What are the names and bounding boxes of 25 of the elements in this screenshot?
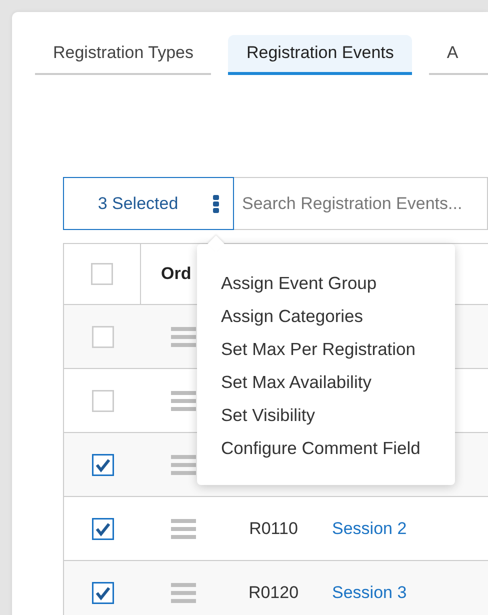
row-checkbox[interactable] [92, 582, 114, 604]
drag-handle-icon[interactable] [171, 326, 196, 346]
drag-handle-icon[interactable] [171, 582, 196, 602]
drag-handle-icon[interactable] [171, 518, 196, 538]
menu-item[interactable]: Set Max Availability [197, 366, 455, 399]
event-link[interactable]: Session 2 [332, 518, 407, 538]
search-field[interactable]: Search Registration Events... [234, 177, 488, 230]
event-link[interactable]: Session 3 [332, 582, 407, 602]
order-code: R0110 [249, 518, 298, 538]
menu-item[interactable]: Set Max Per Registration [197, 333, 455, 366]
column-header: Ord [161, 264, 192, 283]
tab[interactable]: A [428, 35, 488, 75]
drag-handle-icon[interactable] [171, 390, 196, 410]
bulk-actions-button[interactable]: 3 Selected [63, 177, 234, 230]
order-code: R0120 [248, 582, 299, 602]
drag-handle-icon[interactable] [171, 454, 196, 474]
row-checkbox[interactable] [92, 454, 114, 476]
menu-item[interactable]: Set Visibility [197, 399, 455, 432]
menu-item[interactable]: Assign Categories [197, 300, 455, 333]
more-options-icon [213, 194, 220, 212]
row-checkbox[interactable] [92, 518, 114, 540]
select-all-checkbox[interactable] [91, 263, 113, 285]
menu-item[interactable]: Assign Event Group [197, 267, 455, 300]
tab[interactable]: Registration Events [228, 35, 412, 75]
tab[interactable]: Registration Types [35, 35, 212, 75]
